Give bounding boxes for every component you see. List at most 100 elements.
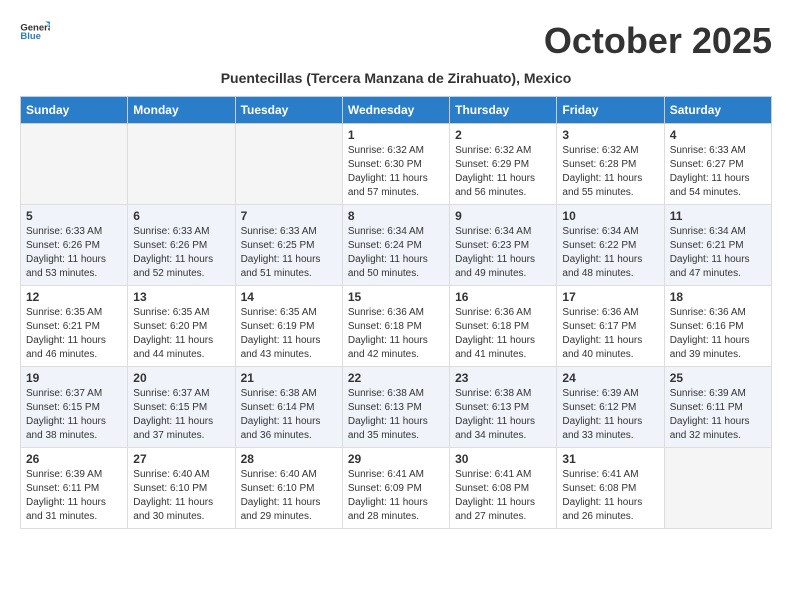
calendar-day: 16 Sunrise: 6:36 AM Sunset: 6:18 PM Dayli… [450,286,557,367]
calendar-day: 20 Sunrise: 6:37 AM Sunset: 6:15 PM Dayli… [128,367,235,448]
day-number: 27 [133,452,229,466]
day-number: 14 [241,290,337,304]
day-info: Sunrise: 6:39 AM Sunset: 6:12 PM Dayligh… [562,387,658,443]
day-number: 8 [348,209,444,223]
day-number: 31 [562,452,658,466]
calendar-week-row: 26 Sunrise: 6:39 AM Sunset: 6:11 PM Dayli… [21,448,772,529]
day-info: Sunrise: 6:38 AM Sunset: 6:13 PM Dayligh… [455,387,551,443]
calendar-week-row: 12 Sunrise: 6:35 AM Sunset: 6:21 PM Dayli… [21,286,772,367]
column-header-monday: Monday [128,97,235,124]
calendar-day: 27Sunrise: 6:40 AM Sunset: 6:10 PM Dayli… [128,448,235,529]
calendar-day: 23 Sunrise: 6:38 AM Sunset: 6:13 PM Dayli… [450,367,557,448]
subtitle: Puentecillas (Tercera Manzana de Zirahua… [20,70,772,86]
calendar-day: 26 Sunrise: 6:39 AM Sunset: 6:11 PM Dayli… [21,448,128,529]
day-info: Sunrise: 6:32 AM Sunset: 6:30 PM Dayligh… [348,144,444,200]
logo: General Blue [20,20,50,42]
calendar-day: 25 Sunrise: 6:39 AM Sunset: 6:11 PM Dayli… [664,367,771,448]
calendar-week-row: 19 Sunrise: 6:37 AM Sunset: 6:15 PM Dayli… [21,367,772,448]
day-number: 15 [348,290,444,304]
calendar-day: 8Sunrise: 6:34 AM Sunset: 6:24 PM Daylig… [342,205,449,286]
column-header-wednesday: Wednesday [342,97,449,124]
day-number: 18 [670,290,766,304]
day-info: Sunrise: 6:38 AM Sunset: 6:13 PM Dayligh… [348,387,444,443]
day-info: Sunrise: 6:36 AM Sunset: 6:17 PM Dayligh… [562,306,658,362]
day-info: Sunrise: 6:38 AM Sunset: 6:14 PM Dayligh… [241,387,337,443]
day-info: Sunrise: 6:39 AM Sunset: 6:11 PM Dayligh… [26,468,122,524]
day-number: 11 [670,209,766,223]
calendar-day: 7 Sunrise: 6:33 AM Sunset: 6:25 PM Daylig… [235,205,342,286]
column-header-thursday: Thursday [450,97,557,124]
calendar-table: SundayMondayTuesdayWednesdayThursdayFrid… [20,96,772,529]
calendar-day: 2 Sunrise: 6:32 AM Sunset: 6:29 PM Daylig… [450,124,557,205]
calendar-week-row: 1 Sunrise: 6:32 AM Sunset: 6:30 PM Daylig… [21,124,772,205]
calendar-day: 6 Sunrise: 6:33 AM Sunset: 6:26 PM Daylig… [128,205,235,286]
day-number: 3 [562,128,658,142]
calendar-day [128,124,235,205]
day-info: Sunrise: 6:33 AM Sunset: 6:26 PM Dayligh… [133,225,229,281]
day-info: Sunrise: 6:33 AM Sunset: 6:26 PM Dayligh… [26,225,122,281]
day-info: Sunrise: 6:37 AM Sunset: 6:15 PM Dayligh… [133,387,229,443]
day-info: Sunrise: 6:34 AM Sunset: 6:22 PM Dayligh… [562,225,658,281]
column-header-sunday: Sunday [21,97,128,124]
day-info: Sunrise: 6:32 AM Sunset: 6:28 PM Dayligh… [562,144,658,200]
calendar-week-row: 5 Sunrise: 6:33 AM Sunset: 6:26 PM Daylig… [21,205,772,286]
day-number: 24 [562,371,658,385]
calendar-day: 30Sunrise: 6:41 AM Sunset: 6:08 PM Dayli… [450,448,557,529]
day-number: 20 [133,371,229,385]
day-number: 16 [455,290,551,304]
day-info: Sunrise: 6:33 AM Sunset: 6:25 PM Dayligh… [241,225,337,281]
day-number: 25 [670,371,766,385]
calendar-day: 22Sunrise: 6:38 AM Sunset: 6:13 PM Dayli… [342,367,449,448]
svg-text:Blue: Blue [20,31,41,42]
day-number: 29 [348,452,444,466]
calendar-day: 17 Sunrise: 6:36 AM Sunset: 6:17 PM Dayli… [557,286,664,367]
day-info: Sunrise: 6:39 AM Sunset: 6:11 PM Dayligh… [670,387,766,443]
calendar-day: 14 Sunrise: 6:35 AM Sunset: 6:19 PM Dayli… [235,286,342,367]
day-number: 1 [348,128,444,142]
calendar-day: 31 Sunrise: 6:41 AM Sunset: 6:08 PM Dayli… [557,448,664,529]
day-number: 30 [455,452,551,466]
day-number: 5 [26,209,122,223]
calendar-day: 28 Sunrise: 6:40 AM Sunset: 6:10 PM Dayli… [235,448,342,529]
day-info: Sunrise: 6:34 AM Sunset: 6:21 PM Dayligh… [670,225,766,281]
calendar-day: 10 Sunrise: 6:34 AM Sunset: 6:22 PM Dayli… [557,205,664,286]
calendar-day: 4Sunrise: 6:33 AM Sunset: 6:27 PM Daylig… [664,124,771,205]
day-number: 19 [26,371,122,385]
day-number: 12 [26,290,122,304]
day-info: Sunrise: 6:37 AM Sunset: 6:15 PM Dayligh… [26,387,122,443]
calendar-day: 1 Sunrise: 6:32 AM Sunset: 6:30 PM Daylig… [342,124,449,205]
day-number: 26 [26,452,122,466]
calendar-day [664,448,771,529]
calendar-day: 3 Sunrise: 6:32 AM Sunset: 6:28 PM Daylig… [557,124,664,205]
day-number: 2 [455,128,551,142]
day-info: Sunrise: 6:35 AM Sunset: 6:21 PM Dayligh… [26,306,122,362]
calendar-day: 13 Sunrise: 6:35 AM Sunset: 6:20 PM Dayli… [128,286,235,367]
day-number: 21 [241,371,337,385]
day-number: 7 [241,209,337,223]
day-number: 13 [133,290,229,304]
calendar-day [235,124,342,205]
day-number: 6 [133,209,229,223]
day-number: 17 [562,290,658,304]
day-number: 10 [562,209,658,223]
day-info: Sunrise: 6:35 AM Sunset: 6:19 PM Dayligh… [241,306,337,362]
calendar-day: 9Sunrise: 6:34 AM Sunset: 6:23 PM Daylig… [450,205,557,286]
day-info: Sunrise: 6:40 AM Sunset: 6:10 PM Dayligh… [241,468,337,524]
day-number: 9 [455,209,551,223]
page-header: General Blue October 2025 [20,20,772,62]
header-row: SundayMondayTuesdayWednesdayThursdayFrid… [21,97,772,124]
day-info: Sunrise: 6:36 AM Sunset: 6:18 PM Dayligh… [455,306,551,362]
day-info: Sunrise: 6:41 AM Sunset: 6:08 PM Dayligh… [562,468,658,524]
calendar-day: 21 Sunrise: 6:38 AM Sunset: 6:14 PM Dayli… [235,367,342,448]
day-info: Sunrise: 6:36 AM Sunset: 6:18 PM Dayligh… [348,306,444,362]
day-number: 28 [241,452,337,466]
day-info: Sunrise: 6:35 AM Sunset: 6:20 PM Dayligh… [133,306,229,362]
day-info: Sunrise: 6:32 AM Sunset: 6:29 PM Dayligh… [455,144,551,200]
calendar-day: 24 Sunrise: 6:39 AM Sunset: 6:12 PM Dayli… [557,367,664,448]
day-number: 23 [455,371,551,385]
month-title: October 2025 [544,20,772,62]
calendar-day: 11 Sunrise: 6:34 AM Sunset: 6:21 PM Dayli… [664,205,771,286]
day-info: Sunrise: 6:36 AM Sunset: 6:16 PM Dayligh… [670,306,766,362]
calendar-day: 5 Sunrise: 6:33 AM Sunset: 6:26 PM Daylig… [21,205,128,286]
day-info: Sunrise: 6:33 AM Sunset: 6:27 PM Dayligh… [670,144,766,200]
